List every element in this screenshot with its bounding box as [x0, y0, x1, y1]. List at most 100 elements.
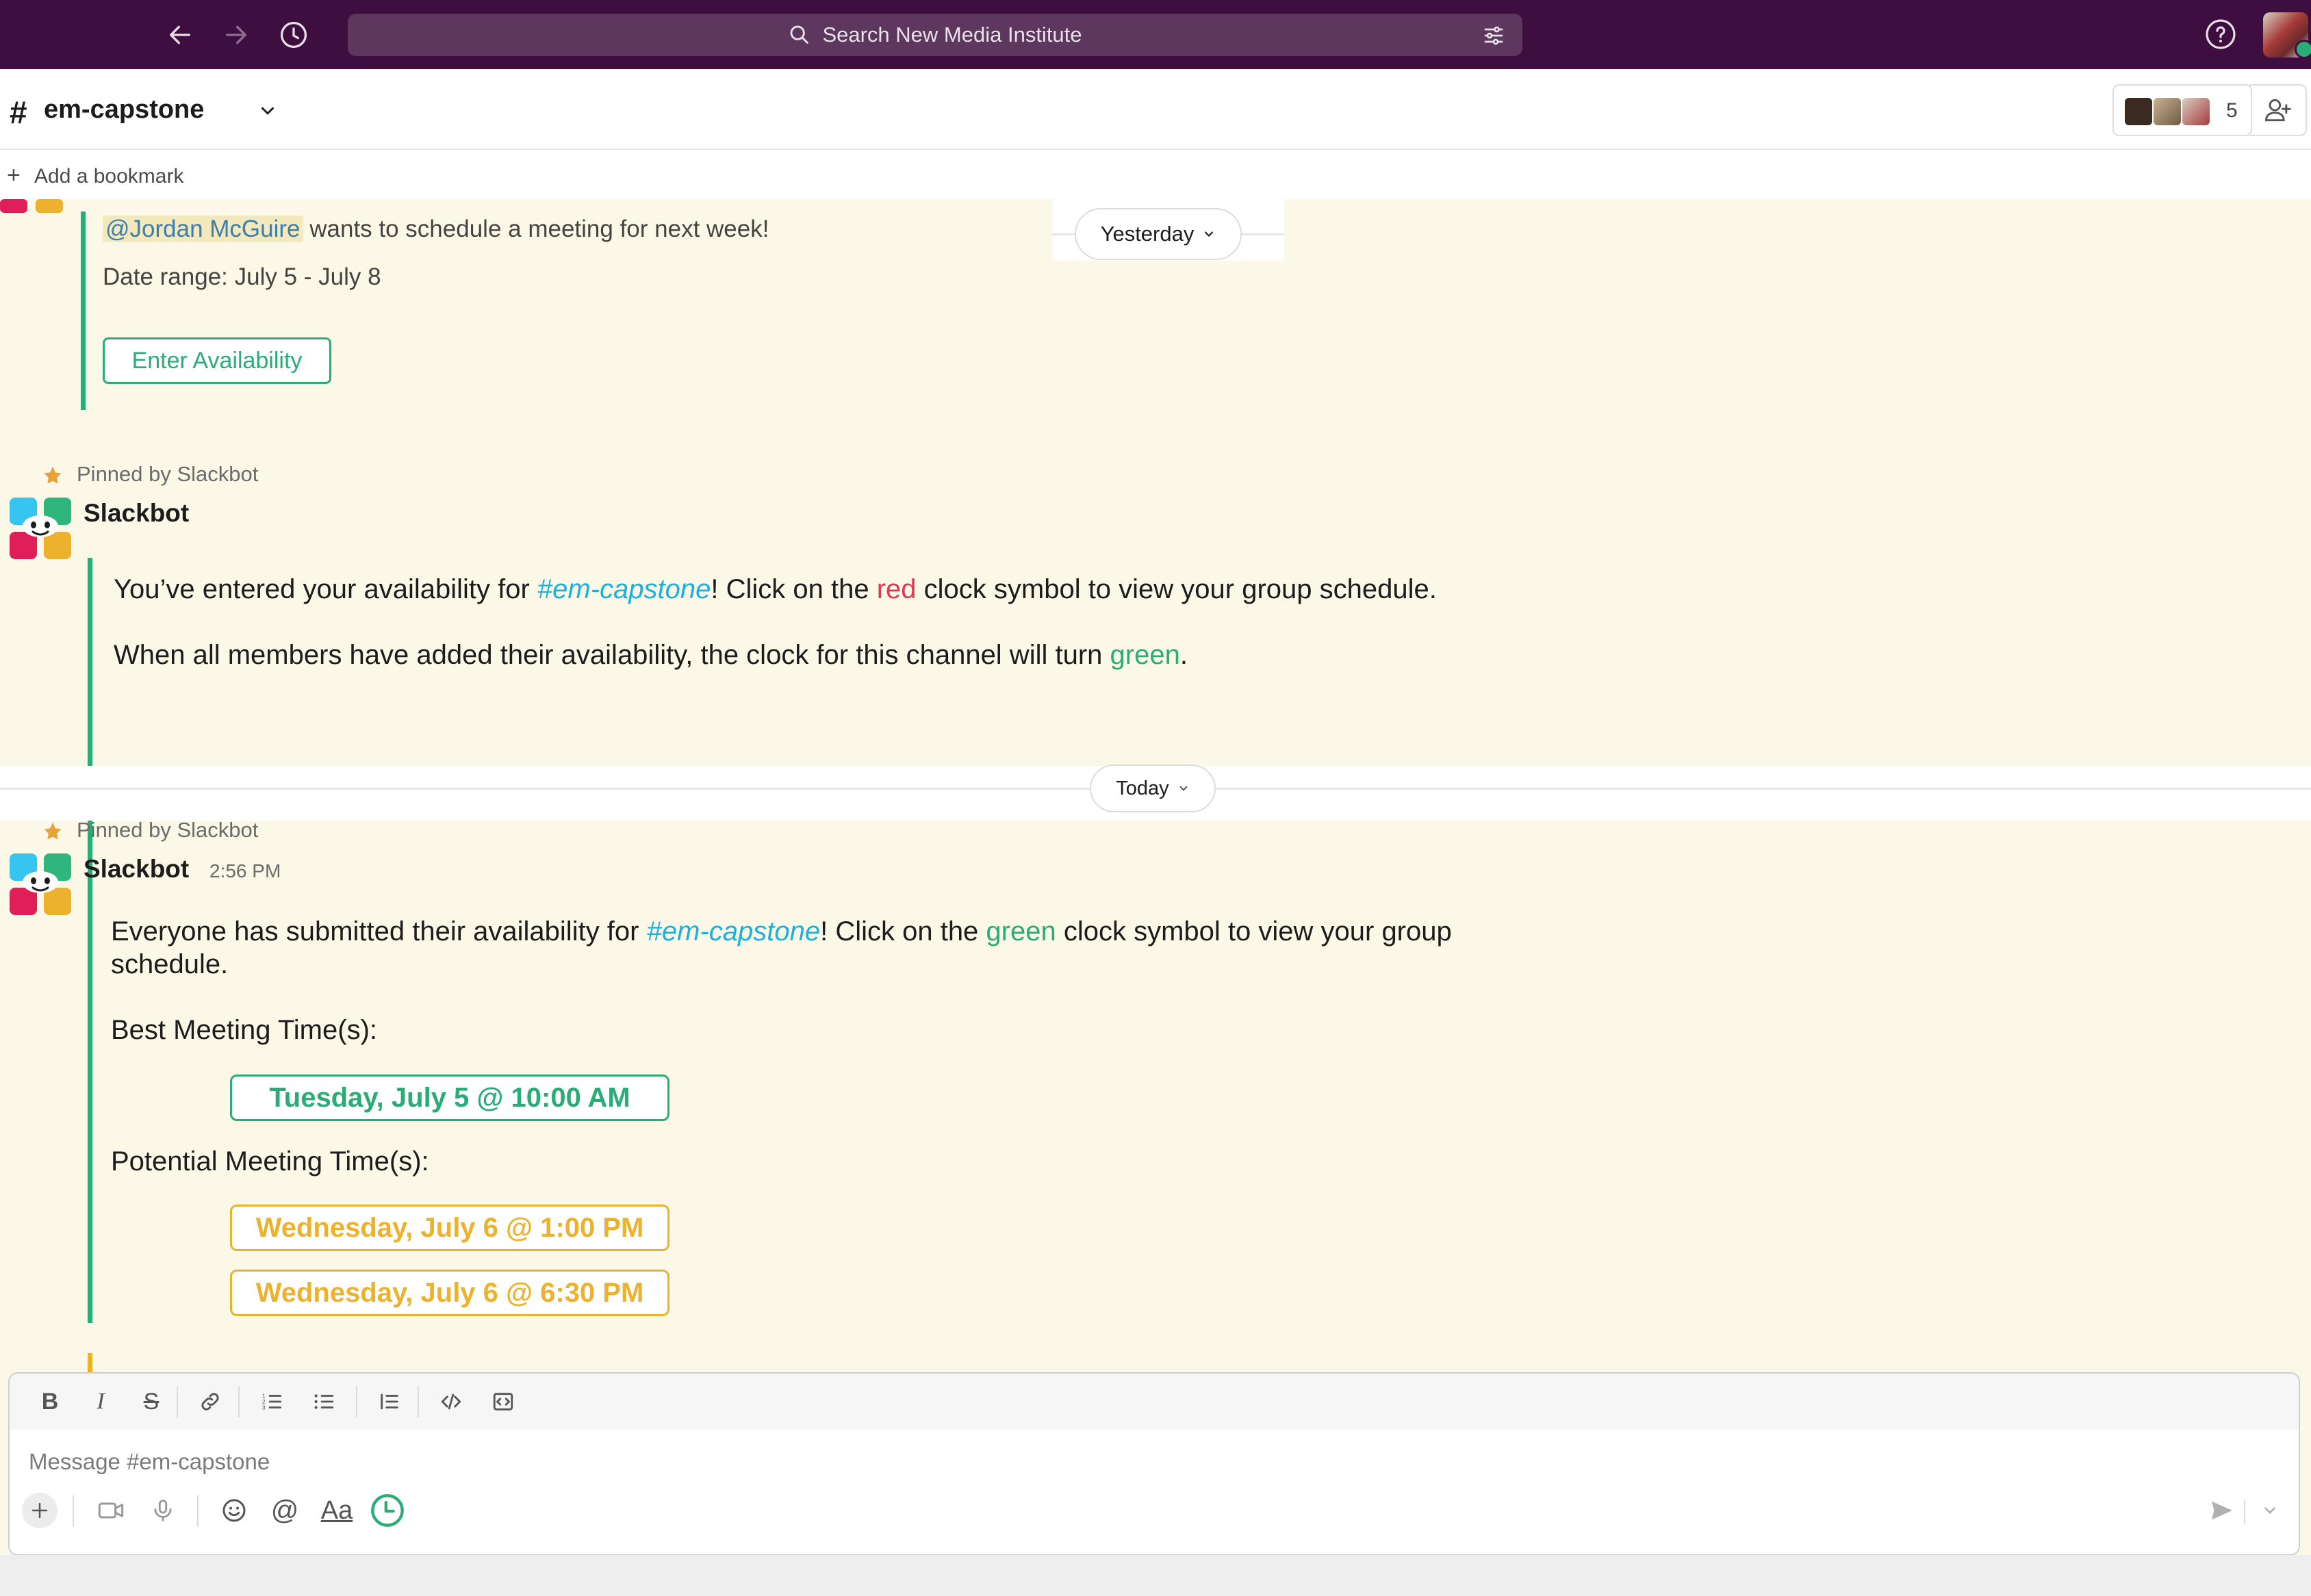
- bold-icon[interactable]: B: [34, 1386, 66, 1417]
- code-block-icon[interactable]: [487, 1386, 519, 1417]
- day-label: Today: [1116, 777, 1169, 799]
- toolbar-divider: [2244, 1500, 2245, 1524]
- enter-availability-button[interactable]: Enter Availability: [103, 337, 331, 384]
- text-part: clock symbol to view your group schedule…: [916, 574, 1437, 604]
- member-avatar: [2123, 96, 2154, 127]
- message-list: @Jordan McGuire wants to schedule a meet…: [0, 199, 2311, 1535]
- message-text-part: wants to schedule a meeting for next wee…: [303, 216, 769, 242]
- day-label: Yesterday: [1100, 222, 1195, 246]
- slackbot-avatar[interactable]: [10, 853, 71, 915]
- members-button[interactable]: 5: [2112, 84, 2252, 136]
- formatting-toolbar: B I S 123: [10, 1374, 2299, 1430]
- day-divider-yesterday[interactable]: Yesterday: [1075, 208, 1242, 260]
- channel-name[interactable]: em-capstone: [44, 95, 204, 125]
- add-user-icon: [2262, 95, 2293, 125]
- help-icon[interactable]: [2204, 18, 2237, 51]
- add-bookmark-label[interactable]: Add a bookmark: [34, 165, 183, 188]
- potential-time-button[interactable]: Wednesday, July 6 @ 6:30 PM: [230, 1270, 669, 1316]
- chevron-down-icon: [1177, 782, 1190, 795]
- bulleted-list-icon[interactable]: [308, 1386, 340, 1417]
- search-placeholder: Search New Media Institute: [822, 23, 1082, 47]
- forward-arrow-icon[interactable]: [219, 18, 253, 52]
- search-icon: [788, 23, 811, 47]
- channel-link[interactable]: #em-capstone: [537, 574, 711, 604]
- text-part: ! Click on the: [820, 916, 986, 947]
- online-status-icon: [2295, 40, 2311, 59]
- potential-times-label: Potential Meeting Time(s):: [111, 1146, 429, 1176]
- best-times-accent-bar: [88, 915, 92, 1323]
- toolbar-divider: [197, 1495, 199, 1527]
- strikethrough-icon[interactable]: S: [136, 1386, 167, 1417]
- day-divider-today[interactable]: Today: [1090, 764, 1216, 812]
- send-icon[interactable]: [2204, 1493, 2240, 1528]
- text-part: Everyone has submitted their availabilit…: [111, 916, 647, 947]
- pinned-label: Pinned by Slackbot: [77, 818, 259, 842]
- best-time-button[interactable]: Tuesday, July 5 @ 10:00 AM: [230, 1074, 669, 1121]
- chevron-down-icon[interactable]: [257, 101, 278, 121]
- sender-name[interactable]: Slackbot: [84, 855, 189, 884]
- ordered-list-icon[interactable]: 123: [256, 1386, 288, 1417]
- green-word: green: [1110, 640, 1180, 670]
- text-part: You’ve entered your availability for: [114, 574, 537, 604]
- filter-icon[interactable]: [1481, 23, 1506, 48]
- sender-name[interactable]: Slackbot: [84, 499, 189, 528]
- search-bar[interactable]: Search New Media Institute: [348, 14, 1522, 56]
- chevron-down-icon: [1202, 227, 1216, 241]
- text-format-icon[interactable]: Aa: [319, 1493, 355, 1528]
- channel-header: # em-capstone 5: [0, 69, 2311, 150]
- toolbar-divider: [418, 1386, 419, 1417]
- message-accent-bar: [81, 211, 86, 410]
- top-bar: Search New Media Institute: [0, 0, 2311, 69]
- chevron-down-icon[interactable]: [2252, 1493, 2288, 1528]
- microphone-icon[interactable]: [145, 1493, 181, 1528]
- message-line: schedule.: [111, 949, 229, 979]
- message-line: When all members have added their availa…: [114, 640, 1188, 671]
- text-part: ! Click on the: [711, 574, 877, 604]
- avatar-partial: [0, 199, 68, 214]
- channel-link[interactable]: #em-capstone: [647, 916, 820, 947]
- window-bottom-edge: [0, 1555, 2311, 1596]
- plus-icon: +: [7, 162, 21, 188]
- link-icon[interactable]: [194, 1386, 226, 1417]
- text-part: clock symbol to view your group: [1056, 916, 1452, 947]
- text-part: .: [1179, 640, 1188, 670]
- toolbar-divider: [177, 1386, 178, 1417]
- plus-icon[interactable]: [22, 1493, 58, 1528]
- red-word: red: [876, 574, 917, 604]
- date-range: Date range: July 5 - July 8: [103, 263, 381, 290]
- blockquote-icon[interactable]: [374, 1386, 405, 1417]
- member-avatar: [2181, 96, 2211, 127]
- user-mention[interactable]: @Jordan McGuire: [103, 216, 303, 242]
- green-word: green: [986, 916, 1056, 947]
- history-icon[interactable]: [277, 18, 311, 52]
- emoji-icon[interactable]: [216, 1493, 252, 1528]
- message-timestamp[interactable]: 2:56 PM: [209, 860, 281, 882]
- clock-schedule-icon[interactable]: [370, 1493, 405, 1528]
- video-icon[interactable]: [93, 1493, 129, 1528]
- message-accent-bar: [88, 558, 92, 953]
- message-line: You’ve entered your availability for #em…: [114, 574, 1437, 605]
- text-part: When all members have added their availa…: [114, 640, 1110, 670]
- code-icon[interactable]: [435, 1386, 467, 1417]
- pinned-label: Pinned by Slackbot: [77, 462, 259, 486]
- channel-hash-icon: #: [10, 94, 27, 130]
- toolbar-divider: [238, 1386, 240, 1417]
- message-line: Everyone has submitted their availabilit…: [111, 916, 1452, 947]
- add-member-button[interactable]: [2249, 84, 2307, 136]
- member-count: 5: [2226, 99, 2238, 122]
- mention-icon[interactable]: @: [267, 1493, 303, 1528]
- toolbar-divider: [356, 1386, 357, 1417]
- bookmark-bar[interactable]: + Add a bookmark: [0, 150, 2311, 199]
- best-times-label: Best Meeting Time(s):: [111, 1015, 378, 1045]
- slackbot-avatar[interactable]: [10, 498, 71, 559]
- svg-text:3: 3: [262, 1404, 266, 1411]
- message-input[interactable]: Message #em-capstone: [29, 1449, 270, 1475]
- italic-icon[interactable]: I: [85, 1386, 116, 1417]
- pin-icon: [42, 821, 63, 841]
- pin-icon: [42, 465, 63, 485]
- potential-time-button[interactable]: Wednesday, July 6 @ 1:00 PM: [230, 1205, 669, 1251]
- message-text: @Jordan McGuire wants to schedule a meet…: [103, 216, 769, 243]
- back-arrow-icon[interactable]: [163, 18, 197, 52]
- message-composer: B I S 123 Message #em-capstone @ Aa: [8, 1372, 2300, 1556]
- toolbar-divider: [73, 1495, 74, 1527]
